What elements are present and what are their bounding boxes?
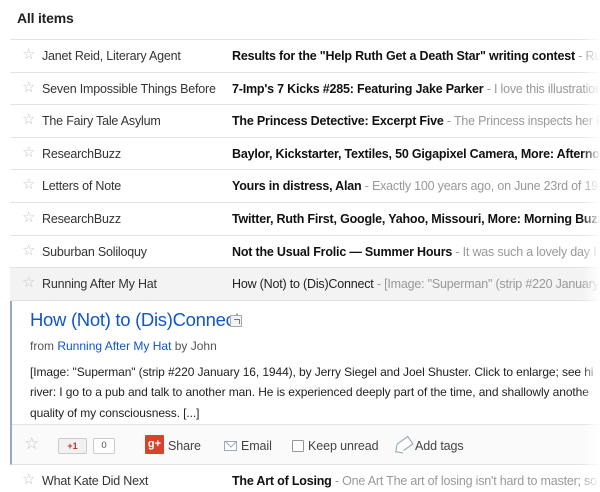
- keep-unread-checkbox[interactable]: [292, 439, 304, 452]
- item-snippet: Ruth Jo: [585, 49, 600, 63]
- item-title: Yours in distress, Alan: [232, 179, 362, 194]
- external-link-icon[interactable]: [230, 314, 242, 327]
- item-separator: -: [331, 473, 343, 488]
- star-icon[interactable]: ☆: [22, 144, 35, 161]
- item-source: ResearchBuzz: [42, 146, 121, 161]
- page-title: All items: [17, 10, 74, 26]
- list-item[interactable]: ☆ ResearchBuzz Twitter, Ruth First, Goog…: [10, 202, 600, 236]
- header: All items: [0, 0, 600, 38]
- summary-line: quality of my consciousness. [...]: [30, 405, 200, 420]
- expanded-item: ☆ Running After My Hat How (Not) to (Dis…: [10, 268, 600, 465]
- list-item[interactable]: ☆ Seven Impossible Things Before Breakfa…: [10, 72, 600, 106]
- star-icon[interactable]: ☆: [22, 209, 35, 226]
- email-icon[interactable]: [224, 440, 237, 451]
- item-source: ResearchBuzz: [42, 211, 121, 226]
- item-title: Baylor, Kickstarter, Textiles, 50 Gigapi…: [232, 146, 600, 161]
- item-source: What Kate Did Next: [42, 473, 149, 488]
- item-source: The Fairy Tale Asylum: [42, 114, 161, 129]
- item-source: Seven Impossible Things Before Breakfast: [42, 81, 218, 96]
- item-snippet: I love this illustration, v: [493, 81, 600, 96]
- item-title: The Art of Losing: [232, 473, 332, 488]
- list-item[interactable]: ☆ The Fairy Tale Asylum The Princess Det…: [10, 105, 600, 138]
- entry-body: How (Not) to (Dis)Connect from Running A…: [12, 301, 600, 464]
- source-link[interactable]: Running After My Hat: [57, 339, 171, 353]
- item-title: How (Not) to (Dis)Connect: [232, 277, 374, 292]
- item-title: The Princess Detective: Excerpt Five: [232, 114, 444, 129]
- item-source: Janet Reid, Literary Agent: [42, 49, 181, 63]
- star-icon[interactable]: ☆: [22, 275, 35, 291]
- item-separator: -: [443, 114, 454, 129]
- item-entry: Not the Usual Frolic — Summer Hours - It…: [232, 245, 600, 259]
- item-entry: Twitter, Ruth First, Google, Yahoo, Miss…: [232, 212, 600, 226]
- item-entry: Baylor, Kickstarter, Textiles, 50 Gigapi…: [232, 147, 600, 161]
- star-icon[interactable]: ☆: [22, 112, 35, 128]
- entry-title-link[interactable]: How (Not) to (Dis)Connect: [30, 309, 240, 331]
- item-title: Results for the "Help Ruth Get a Death S…: [232, 49, 575, 63]
- expanded-item-header[interactable]: ☆ Running After My Hat How (Not) to (Dis…: [10, 268, 600, 301]
- item-entry: 7-Imp's 7 Kicks #285: Featuring Jake Par…: [232, 82, 600, 96]
- plus-one-count: 0: [93, 437, 115, 454]
- item-snippet: [Image: "Superman" (strip #220 January: [384, 277, 599, 292]
- entry-summary: [Image: "Superman" (strip #220 January 1…: [30, 362, 600, 424]
- share-button[interactable]: Share: [168, 439, 201, 453]
- list-item[interactable]: ☆ What Kate Did Next The Art of Losing -…: [10, 464, 600, 492]
- list-item[interactable]: ☆ Suburban Soliloquy Not the Usual Froli…: [10, 235, 600, 269]
- item-entry: Yours in distress, Alan - Exactly 100 ye…: [232, 179, 600, 193]
- byline-author: by John: [174, 338, 217, 353]
- item-snippet: It was such a lovely day I tho: [462, 244, 600, 259]
- item-separator: -: [574, 49, 586, 63]
- add-tags-button[interactable]: Add tags: [415, 439, 464, 453]
- item-separator: -: [373, 277, 385, 292]
- list-item[interactable]: ☆ Janet Reid, Literary Agent Results for…: [10, 40, 600, 73]
- star-icon[interactable]: ☆: [22, 177, 35, 193]
- google-plus-icon[interactable]: g+: [145, 434, 164, 454]
- item-snippet: The Princess inspects her kni: [453, 114, 600, 129]
- item-snippet: Exactly 100 years ago, on June 23rd of 1…: [371, 179, 600, 194]
- item-entry: The Princess Detective: Excerpt Five - T…: [232, 114, 600, 128]
- item-title: Not the Usual Frolic — Summer Hours: [232, 244, 453, 259]
- item-separator: -: [361, 179, 372, 194]
- item-snippet: One Art The art of losing isn't hard to …: [342, 473, 600, 488]
- item-source: Suburban Soliloquy: [42, 244, 147, 259]
- summary-line: [Image: "Superman" (strip #220 January 1…: [30, 364, 594, 379]
- item-entry: The Art of Losing - One Art The art of l…: [232, 474, 600, 488]
- star-icon[interactable]: ☆: [22, 47, 35, 63]
- plus-one-button[interactable]: +1: [58, 437, 87, 454]
- item-entry: Results for the "Help Ruth Get a Death S…: [232, 49, 600, 63]
- item-source: Letters of Note: [42, 179, 121, 194]
- entry-actions: ☆ +1 0 g+ Share Email Keep unread Add ta…: [12, 423, 600, 464]
- star-icon[interactable]: ☆: [22, 79, 35, 96]
- item-source: Running After My Hat: [42, 277, 157, 292]
- item-separator: -: [452, 244, 463, 259]
- entry-byline: from Running After My Hat by John: [30, 339, 217, 353]
- summary-line: river: I go to a pub and talk to another…: [30, 385, 589, 400]
- star-icon[interactable]: ☆: [24, 434, 39, 454]
- email-button[interactable]: Email: [241, 439, 272, 453]
- item-list: ☆ Janet Reid, Literary Agent Results for…: [10, 39, 600, 492]
- item-separator: -: [483, 81, 494, 96]
- list-item[interactable]: ☆ Letters of Note Yours in distress, Ala…: [10, 170, 600, 203]
- star-icon[interactable]: ☆: [22, 242, 35, 259]
- item-entry: How (Not) to (Dis)Connect - [Image: "Sup…: [232, 277, 600, 291]
- keep-unread-label[interactable]: Keep unread: [308, 439, 379, 453]
- tag-icon[interactable]: [396, 435, 414, 452]
- star-icon[interactable]: ☆: [22, 471, 35, 488]
- item-title: 7-Imp's 7 Kicks #285: Featuring Jake Par…: [232, 81, 484, 96]
- byline-prefix: from: [30, 338, 54, 353]
- list-item[interactable]: ☆ ResearchBuzz Baylor, Kickstarter, Text…: [10, 137, 600, 171]
- item-title: Twitter, Ruth First, Google, Yahoo, Miss…: [232, 211, 600, 226]
